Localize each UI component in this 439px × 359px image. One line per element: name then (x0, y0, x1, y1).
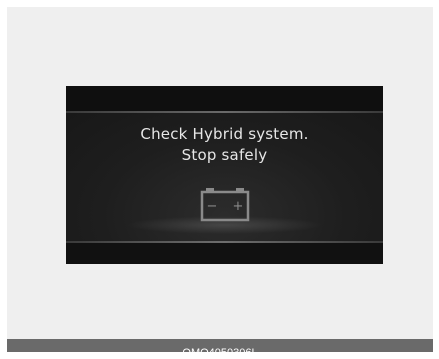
battery-icon: − + (200, 188, 250, 222)
warning-message: Check Hybrid system. Stop safely (66, 124, 383, 166)
figure-caption-bar: OMO4050306L (7, 339, 433, 359)
battery-plus-sign: + (233, 199, 244, 214)
cluster-display: Check Hybrid system. Stop safely − + (66, 86, 383, 264)
display-bottom-band (66, 243, 383, 264)
warning-message-line2: Stop safely (181, 146, 268, 164)
battery-minus-sign: − (207, 199, 218, 214)
display-top-band (66, 86, 383, 111)
warning-message-line1: Check Hybrid system. (140, 125, 309, 143)
illustration-frame: Check Hybrid system. Stop safely − + (7, 7, 433, 339)
figure-code: OMO4050306L (182, 347, 258, 359)
